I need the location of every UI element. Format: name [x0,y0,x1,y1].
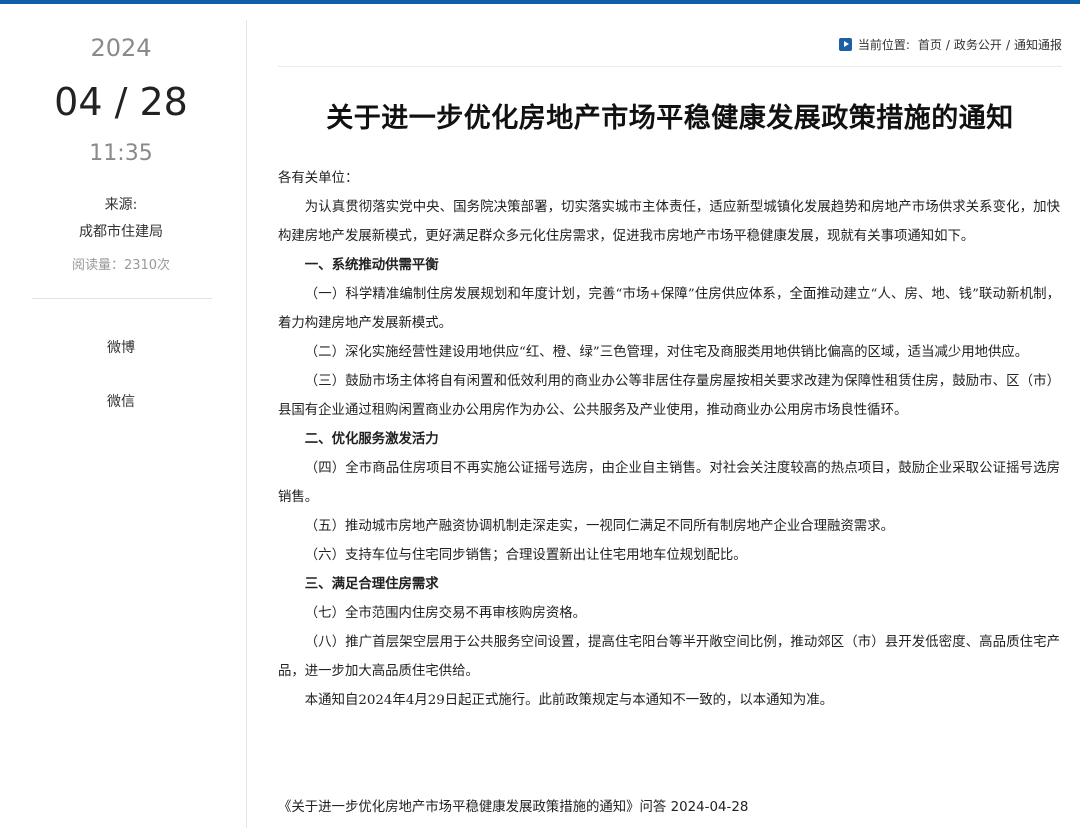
section-heading: 二、优化服务激发活力 [304,431,439,447]
breadcrumb-current-link[interactable]: 通知通报 [1014,36,1062,53]
column-divider [246,20,247,828]
sidebar: 2024 04 / 28 11:35 来源: 成都市住建局 阅读量：2310次 … [0,4,246,828]
article-body: 各有关单位： 为认真贯彻落实党中央、国务院决策部署，切实落实城市主体责任，适应新… [278,164,1060,715]
article-paragraph: （一）科学精准编制住房发展规划和年度计划，完善“市场+保障”住房供应体系，全面推… [278,287,1060,331]
share-weibo-link[interactable]: 微博 [0,337,242,357]
breadcrumb-separator: / [945,37,950,52]
article-paragraph: （三）鼓励市场主体将自有闲置和低效利用的商业办公等非居住存量房屋按相关要求改建为… [278,374,1060,418]
publish-date: 04 / 28 [54,80,188,124]
breadcrumb: 当前位置: 首页 / 政务公开 / 通知通报 [838,36,1062,53]
section-heading: 一、系统推动供需平衡 [304,257,439,273]
article-paragraph: （四）全市商品住房项目不再实施公证摇号选房，由企业自主销售。对社会关注度较高的热… [278,461,1060,505]
article-paragraph: （六）支持车位与住宅同步销售；合理设置新出让住宅用地车位规划配比。 [304,548,747,563]
read-count: 阅读量：2310次 [71,258,171,273]
breadcrumb-home-link[interactable]: 首页 [918,36,942,53]
breadcrumb-section-link[interactable]: 政务公开 [954,36,1002,53]
article-paragraph: 本通知自2024年4月29日起正式施行。此前政策规定与本通知不一致的，以本通知为… [304,693,834,708]
article-title: 关于进一步优化房地产市场平稳健康发展政策措施的通知 [326,103,1014,134]
article-paragraph: 为认真贯彻落实党中央、国务院决策部署，切实落实城市主体责任，适应新型城镇化发展趋… [278,200,1060,244]
publish-year: 2024 [90,34,152,62]
article-paragraph: （二）深化实施经营性建设用地供应“红、橙、绿”三色管理，对住宅及商服类用地供销比… [304,345,1029,360]
section-heading: 三、满足合理住房需求 [304,576,439,592]
article-paragraph: （五）推动城市房地产融资协调机制走深走实，一视同仁满足不同所有制房地产企业合理融… [304,519,894,534]
publish-time: 11:35 [89,141,153,166]
sidebar-divider [32,298,212,299]
source-label: 来源: [104,197,138,213]
breadcrumb-separator: / [1005,37,1010,52]
related-article-link[interactable]: 《关于进一步优化房地产市场平稳健康发展政策措施的通知》问答 2024-04-28 [278,795,748,815]
article-paragraph: （八）推广首层架空层用于公共服务空间设置，提高住宅阳台等半开敞空间比例，推动郊区… [278,635,1060,679]
header-rule [278,66,1062,67]
share-wechat-link[interactable]: 微信 [0,391,242,411]
source-value: 成都市住建局 [79,224,163,240]
breadcrumb-label: 当前位置: [857,38,910,52]
article-paragraph: （七）全市范围内住房交易不再审核购房资格。 [304,606,586,621]
article-salutation: 各有关单位： [278,171,359,186]
play-square-icon [838,38,852,51]
